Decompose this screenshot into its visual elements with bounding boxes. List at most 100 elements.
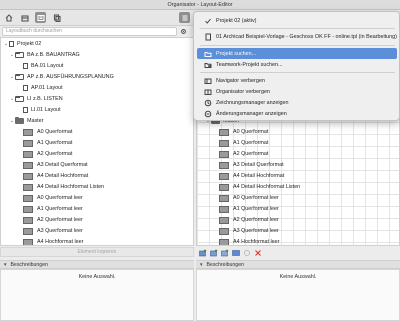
tree-item-li[interactable]: ⌄ LI z.B. LISTEN [9, 94, 63, 104]
descriptions-header[interactable]: ▼ Beschreibungen [0, 260, 194, 269]
refresh-button[interactable] [243, 249, 251, 257]
change-manager-icon [204, 110, 212, 117]
tree-item-master-layout[interactable]: A2 Querformat [219, 149, 268, 159]
tree-item-master-layout[interactable]: A0 Querformat leer [23, 193, 83, 203]
master-layout-icon [23, 139, 33, 147]
menu-item-drawing-manager[interactable]: Zeichnungsmanager anzeigen [197, 97, 397, 108]
folder-icon [204, 51, 212, 57]
drawing-manager-icon [204, 99, 212, 106]
menu-item-change-manager[interactable]: Änderungsmanager anzeigen [197, 108, 397, 119]
menu-item-label: Navigator verbergen [216, 77, 265, 84]
new-subset-button[interactable] [199, 249, 207, 257]
tree-item-master-layout[interactable]: A2 Querformat leer [219, 215, 279, 225]
descriptions-header[interactable]: ▼ Beschreibungen [196, 260, 400, 269]
new-subset-icon [199, 249, 207, 256]
descriptions-title: Beschreibungen [206, 261, 244, 268]
subset-folder-icon [15, 96, 24, 102]
navigator-icon [204, 78, 212, 84]
tree-item-li-layout[interactable]: LI.01 Layout [23, 105, 61, 115]
descriptions-body: Keine Auswahl. [196, 269, 400, 321]
master-layout-icon [219, 205, 229, 213]
tree-item-ba-layout[interactable]: BA.01 Layout [23, 61, 63, 71]
tree-item-label: A2 Querformat [37, 151, 73, 157]
menu-item-active-project[interactable]: Projekt 02 (aktiv) [197, 15, 397, 26]
menu-separator [200, 72, 395, 73]
layout-settings-button[interactable] [232, 249, 240, 257]
menu-item-label: Projekt suchen... [216, 50, 257, 57]
descriptions-body: Keine Auswahl. [0, 269, 194, 321]
menu-item-find-project[interactable]: Projekt suchen... [197, 48, 397, 59]
tree-item-master[interactable]: ⌄ Master [9, 116, 43, 126]
tree-item-label: A3 Detail Querformat [233, 162, 284, 168]
tree-item-project[interactable]: ⌄ Projekt 02 [3, 39, 41, 49]
menu-item-label: Änderungsmanager anzeigen [216, 110, 287, 117]
master-layout-icon [219, 172, 229, 180]
master-layout-icon [219, 139, 229, 147]
tree-item-master-layout[interactable]: A4 Hochformat leer [23, 237, 83, 245]
menu-item-hide-organizer[interactable]: Organisator verbergen [197, 86, 397, 97]
refresh-icon [243, 249, 251, 256]
disclosure-triangle-icon[interactable]: ▼ [3, 262, 7, 267]
view-map-button[interactable] [19, 12, 30, 23]
tree-item-master-layout[interactable]: A2 Querformat [23, 149, 72, 159]
tree-item-master-layout[interactable]: A3 Detail Querformat [23, 160, 88, 170]
tree-item-master-layout[interactable]: A0 Querformat [23, 127, 72, 137]
tree-item-master-layout[interactable]: A0 Querformat [219, 127, 268, 137]
tree-item-ap[interactable]: ⌄ AP z.B. AUSFÜHRUNGSPLANUNG [9, 72, 114, 82]
menu-item-hide-navigator[interactable]: Navigator verbergen [197, 75, 397, 86]
disclosure-triangle-icon[interactable]: ▼ [199, 262, 203, 267]
tree-item-master-layout[interactable]: A3 Detail Querformat [219, 160, 284, 170]
tree-item-label: A1 Querformat [37, 140, 73, 146]
tree-item-label: A0 Querformat leer [37, 195, 83, 201]
new-layout-button[interactable] [210, 249, 218, 257]
organizer-icon [204, 89, 212, 95]
tree-item-master-layout[interactable]: A4 Detail Hochformat Listen [219, 182, 300, 192]
tree-item-master-layout[interactable]: A4 Hochformat leer [219, 237, 279, 245]
layout-book-button[interactable] [35, 12, 46, 23]
tree-item-master-layout[interactable]: A1 Querformat [23, 138, 72, 148]
tree-item-label: A4 Detail Hochformat Listen [233, 184, 301, 190]
close-icon [255, 249, 261, 256]
master-layout-icon [219, 216, 229, 224]
subset-folder-icon [15, 74, 24, 80]
tree-item-ba[interactable]: ⌄ BA z.B. BAUANTRAG [9, 50, 80, 60]
tree-item-master-layout[interactable]: A4 Detail Hochformat [23, 171, 88, 181]
tree-item-master-layout[interactable]: A3 Querformat leer [219, 226, 279, 236]
search-input[interactable]: Layoutbuch durchsuchen [2, 27, 177, 36]
master-layout-icon [23, 183, 33, 191]
tree-item-label: A4 Detail Hochformat [37, 173, 89, 179]
tree-item-ap-layout[interactable]: AP.01 Layout [23, 83, 63, 93]
tree-item-label: A0 Querformat [233, 129, 269, 135]
tree-item-master-layout[interactable]: A0 Querformat leer [219, 193, 279, 203]
delete-button[interactable] [254, 249, 262, 257]
publisher-sets-button[interactable] [51, 12, 62, 23]
tree-item-master-layout[interactable]: A4 Detail Hochformat [219, 171, 284, 181]
master-layout-icon [219, 238, 229, 245]
project-icon [9, 41, 14, 47]
tree-item-label: Projekt 02 [17, 41, 42, 47]
project-dropdown-button[interactable] [179, 12, 190, 23]
menu-item-template[interactable]: 01 Archicad Beispiel-Vorlage - Geschoss … [197, 31, 397, 42]
tree-item-label: LI z.B. LISTEN [27, 96, 63, 102]
document-icon [205, 33, 211, 40]
menu-item-label: Zeichnungsmanager anzeigen [216, 99, 289, 106]
menu-item-label: 01 Archicad Beispiel-Vorlage - Geschoss … [216, 33, 397, 40]
menu-item-find-teamwork[interactable]: Teamwork-Projekt suchen... [197, 59, 397, 70]
tree-item-master-layout[interactable]: A2 Querformat leer [23, 215, 83, 225]
tree-item-label: BA.01 Layout [31, 63, 64, 69]
tree-item-label: A3 Querformat leer [233, 228, 279, 234]
new-master-button[interactable] [221, 249, 229, 257]
copy-element-button[interactable]: Element kopieren [0, 247, 194, 257]
tree-item-master-layout[interactable]: A4 Detail Hochformat Listen [23, 182, 104, 192]
master-layout-icon [23, 172, 33, 180]
project-map-button[interactable] [3, 12, 14, 23]
tree-item-master-layout[interactable]: A3 Querformat leer [23, 226, 83, 236]
gear-icon[interactable] [179, 27, 188, 36]
master-layout-icon [219, 183, 229, 191]
layout-icon [23, 107, 28, 113]
tree-item-master-layout[interactable]: A1 Querformat leer [23, 204, 83, 214]
publisher-icon [53, 13, 61, 22]
tree-item-label: AP.01 Layout [31, 85, 63, 91]
tree-item-master-layout[interactable]: A1 Querformat [219, 138, 268, 148]
tree-item-master-layout[interactable]: A1 Querformat leer [219, 204, 279, 214]
